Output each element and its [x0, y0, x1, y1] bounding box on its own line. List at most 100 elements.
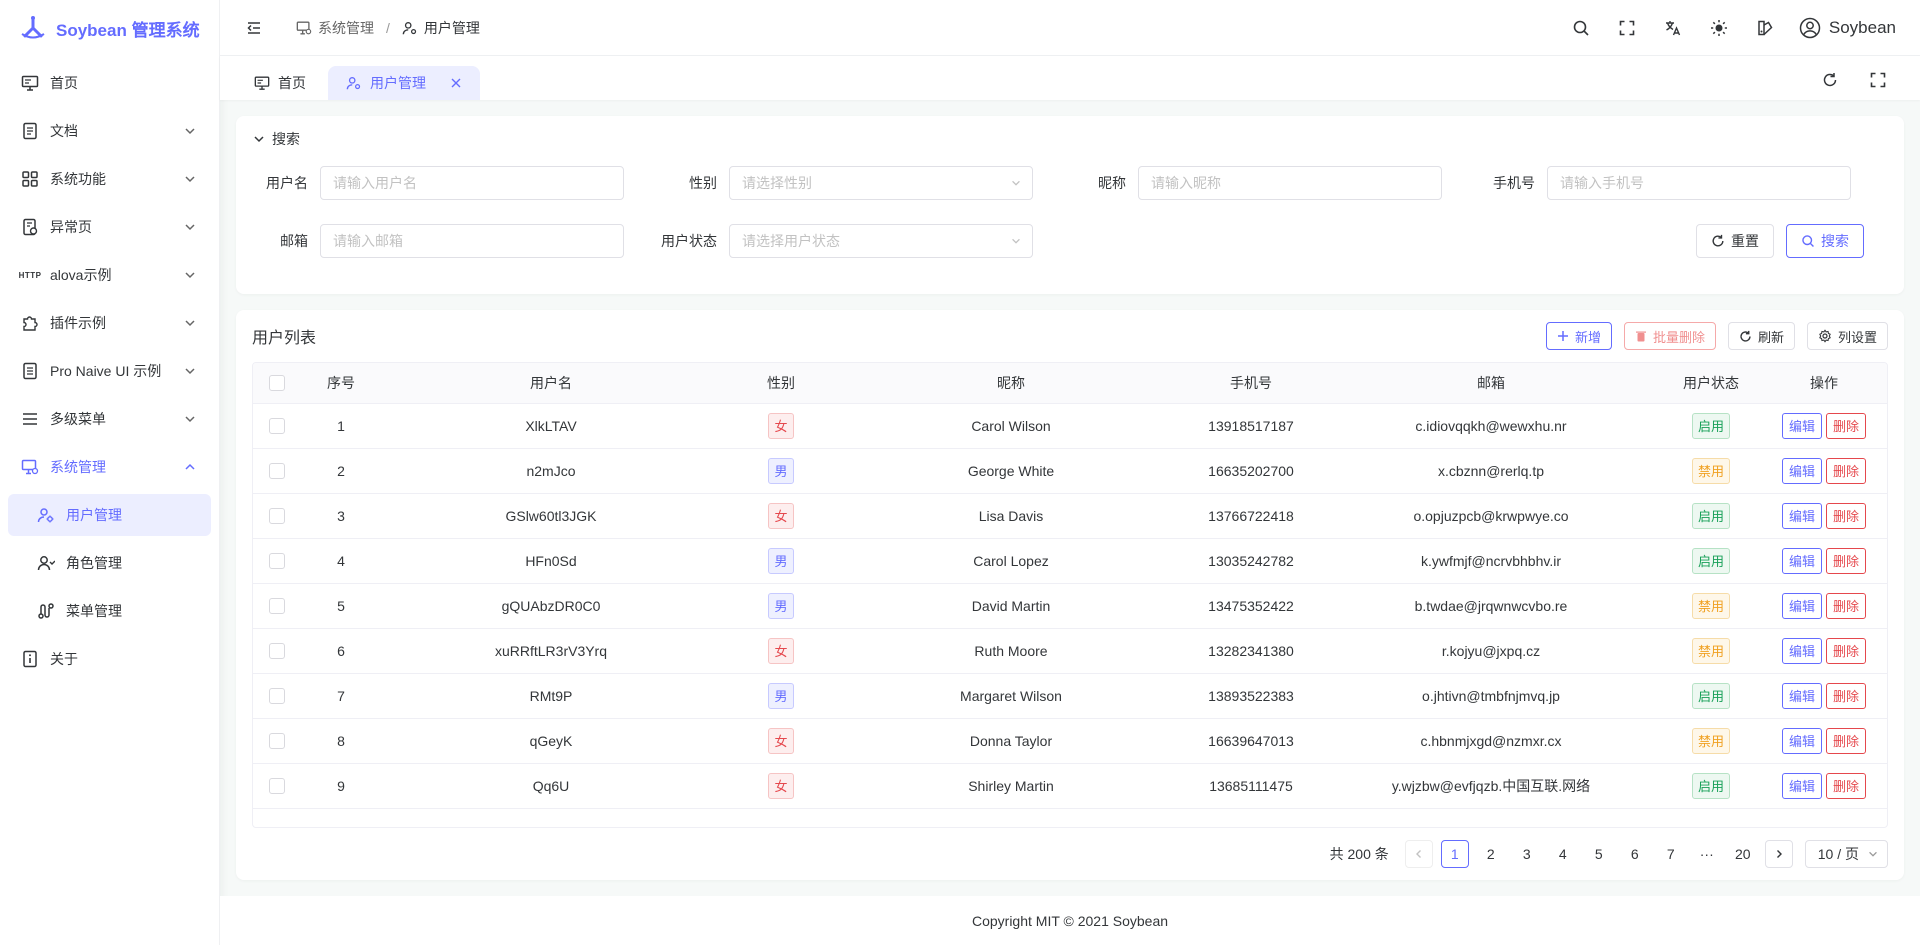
- language-button[interactable]: [1655, 10, 1691, 46]
- sidebar-item-pro-naive[interactable]: Pro Naive UI 示例: [8, 350, 211, 392]
- page-ellipsis[interactable]: ···: [1693, 840, 1721, 868]
- page-item-last[interactable]: 20: [1729, 840, 1757, 868]
- page-item-2[interactable]: 2: [1477, 840, 1505, 868]
- row-checkbox[interactable]: [269, 732, 285, 749]
- menu-collapse-button[interactable]: [236, 10, 272, 46]
- row-checkbox[interactable]: [269, 597, 285, 614]
- tab-home[interactable]: 首页: [236, 66, 324, 100]
- row-checkbox[interactable]: [269, 507, 285, 524]
- page-item-1[interactable]: 1: [1440, 840, 1469, 868]
- edit-button[interactable]: 编辑: [1781, 547, 1822, 574]
- delete-button[interactable]: 删除: [1826, 727, 1867, 754]
- column-header[interactable]: 用户状态: [1661, 363, 1761, 404]
- tab-fullscreen-button[interactable]: [1860, 62, 1896, 98]
- cell-index: 3: [301, 493, 381, 539]
- tab-label: 用户管理: [370, 75, 426, 91]
- page-size-select[interactable]: 10 / 页: [1804, 840, 1888, 868]
- search-button[interactable]: [1563, 10, 1599, 46]
- nickname-input[interactable]: 请输入昵称: [1138, 166, 1442, 200]
- tab-label: 首页: [278, 75, 306, 91]
- theme-config-button[interactable]: [1747, 10, 1783, 46]
- sidebar-item-plugins[interactable]: 插件示例: [8, 302, 211, 344]
- column-header[interactable]: 用户名: [381, 363, 721, 404]
- edit-button[interactable]: 编辑: [1781, 682, 1822, 709]
- row-checkbox[interactable]: [269, 417, 285, 434]
- delete-button[interactable]: 删除: [1826, 502, 1867, 529]
- select-all-checkbox[interactable]: [269, 374, 285, 391]
- search-collapse-header[interactable]: 搜索: [252, 128, 1888, 150]
- prev-page-button[interactable]: [1404, 840, 1433, 868]
- cell-phone: 16639647013: [1181, 718, 1321, 764]
- sidebar-item-label: 插件示例: [50, 315, 106, 331]
- sidebar-item-multilevel[interactable]: 多级菜单: [8, 398, 211, 440]
- phone-input[interactable]: 请输入手机号: [1547, 166, 1851, 200]
- add-user-button[interactable]: 新增: [1545, 322, 1612, 350]
- button-label: 新增: [1574, 329, 1601, 345]
- edit-button[interactable]: 编辑: [1781, 592, 1822, 619]
- row-checkbox[interactable]: [269, 687, 285, 704]
- breadcrumb-item-system[interactable]: 系统管理: [296, 18, 374, 38]
- batch-delete-button[interactable]: 批量删除: [1623, 322, 1716, 350]
- sidebar-item-about[interactable]: 关于: [8, 638, 211, 680]
- column-header[interactable]: 邮箱: [1321, 363, 1661, 404]
- sidebar-item-alova[interactable]: HTTP alova示例: [8, 254, 211, 296]
- refresh-table-button[interactable]: 刷新: [1727, 322, 1795, 350]
- edit-button[interactable]: 编辑: [1781, 412, 1822, 439]
- sidebar-item-exception[interactable]: 异常页: [8, 206, 211, 248]
- theme-toggle-button[interactable]: [1701, 10, 1737, 46]
- fullscreen-button[interactable]: [1609, 10, 1645, 46]
- sidebar-item-docs[interactable]: 文档: [8, 110, 211, 152]
- edit-button[interactable]: 编辑: [1781, 637, 1822, 664]
- sidebar-item-menu-manage[interactable]: 菜单管理: [8, 590, 211, 632]
- page-item-5[interactable]: 5: [1585, 840, 1613, 868]
- delete-button[interactable]: 删除: [1826, 412, 1867, 439]
- column-header[interactable]: 操作: [1761, 363, 1887, 404]
- reload-tab-button[interactable]: [1812, 62, 1848, 98]
- sidebar-item-system-functions[interactable]: 系统功能: [8, 158, 211, 200]
- status-select[interactable]: 请选择用户状态: [729, 224, 1033, 258]
- column-header[interactable]: 手机号: [1181, 363, 1321, 404]
- search-submit-button[interactable]: 搜索: [1786, 224, 1864, 258]
- edit-button[interactable]: 编辑: [1781, 727, 1822, 754]
- delete-button[interactable]: 删除: [1826, 682, 1867, 709]
- gender-select[interactable]: 请选择性别: [729, 166, 1033, 200]
- sidebar-item-home[interactable]: 首页: [8, 62, 211, 104]
- page-item-6[interactable]: 6: [1621, 840, 1649, 868]
- sidebar-item-role-manage[interactable]: 角色管理: [8, 542, 211, 584]
- column-header[interactable]: 性别: [721, 363, 841, 404]
- email-input[interactable]: 请输入邮箱: [320, 224, 624, 258]
- sidebar-item-label: 文档: [50, 123, 78, 139]
- delete-button[interactable]: 删除: [1826, 772, 1867, 799]
- cell-username: xuRRftLR3rV3Yrq: [381, 628, 721, 674]
- page-item-4[interactable]: 4: [1549, 840, 1577, 868]
- tab-user-manage[interactable]: 用户管理: [328, 66, 480, 100]
- row-checkbox[interactable]: [269, 777, 285, 794]
- row-checkbox[interactable]: [269, 462, 285, 479]
- edit-button[interactable]: 编辑: [1781, 457, 1822, 484]
- sidebar-item-user-manage[interactable]: 用户管理: [8, 494, 211, 536]
- sidebar-item-system-manage[interactable]: 系统管理: [8, 446, 211, 488]
- logo[interactable]: Soybean 管理系统: [0, 0, 219, 56]
- page-item-7[interactable]: 7: [1657, 840, 1685, 868]
- next-page-button[interactable]: [1764, 840, 1793, 868]
- breadcrumb-item-user-manage[interactable]: 用户管理: [402, 18, 480, 38]
- delete-button[interactable]: 删除: [1826, 457, 1867, 484]
- column-header[interactable]: 序号: [301, 363, 381, 404]
- edit-button[interactable]: 编辑: [1781, 502, 1822, 529]
- column-settings-button[interactable]: 列设置: [1806, 322, 1888, 350]
- cell-nickname: Carol Lopez: [841, 538, 1181, 584]
- delete-button[interactable]: 删除: [1826, 637, 1867, 664]
- page-item-3[interactable]: 3: [1513, 840, 1541, 868]
- close-icon[interactable]: [450, 77, 462, 89]
- username-input[interactable]: 请输入用户名: [320, 166, 624, 200]
- edit-button[interactable]: 编辑: [1781, 772, 1822, 799]
- user-menu[interactable]: Soybean: [1799, 17, 1896, 39]
- delete-button[interactable]: 删除: [1826, 592, 1867, 619]
- row-select-cell: [253, 493, 301, 539]
- reset-button[interactable]: 重置: [1696, 224, 1774, 258]
- delete-button[interactable]: 删除: [1826, 547, 1867, 574]
- row-checkbox[interactable]: [269, 642, 285, 659]
- column-header[interactable]: 昵称: [841, 363, 1181, 404]
- row-checkbox[interactable]: [269, 552, 285, 569]
- refresh-icon: [1739, 330, 1752, 343]
